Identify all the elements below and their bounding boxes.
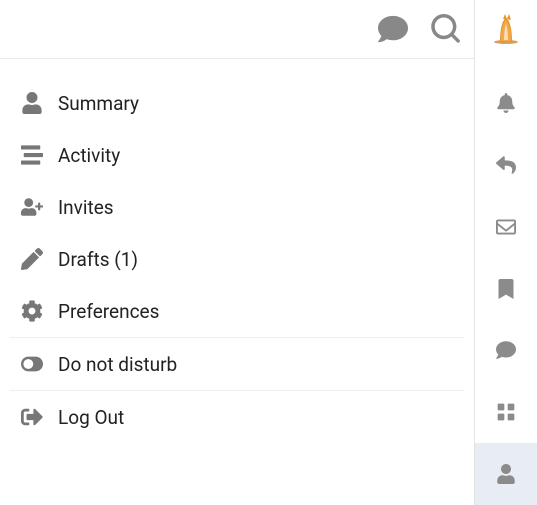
header: [0, 0, 474, 58]
menu-item-do-not-disturb[interactable]: Do not disturb: [10, 337, 464, 390]
grid-icon[interactable]: [475, 381, 537, 443]
search-icon[interactable]: [430, 14, 460, 44]
menu-item-invites[interactable]: Invites: [10, 181, 464, 233]
bookmark-icon[interactable]: [475, 258, 537, 320]
menu-item-activity[interactable]: Activity: [10, 129, 464, 181]
reply-icon[interactable]: [475, 134, 537, 196]
menu-label-activity: Activity: [58, 146, 120, 165]
menu-label-preferences: Preferences: [58, 302, 159, 321]
menu-item-summary[interactable]: Summary: [10, 77, 464, 129]
menu-item-drafts[interactable]: Drafts (1): [10, 233, 464, 285]
envelope-icon[interactable]: [475, 196, 537, 258]
user-menu: Summary Activity Invites Drafts (1): [0, 59, 474, 443]
menu-label-do-not-disturb: Do not disturb: [58, 355, 177, 374]
menu-item-preferences[interactable]: Preferences: [10, 285, 464, 337]
comment-icon[interactable]: [475, 319, 537, 381]
stream-icon: [20, 143, 44, 167]
gear-icon: [20, 299, 44, 323]
user-icon: [20, 91, 44, 115]
bell-icon[interactable]: [475, 72, 537, 134]
right-sidebar: [474, 0, 537, 505]
sign-out-icon: [20, 405, 44, 429]
menu-label-summary: Summary: [58, 94, 139, 113]
menu-label-invites: Invites: [58, 198, 114, 217]
avatar[interactable]: [490, 12, 522, 44]
menu-item-log-out[interactable]: Log Out: [10, 390, 464, 443]
menu-label-drafts: Drafts (1): [58, 250, 138, 269]
pencil-icon: [20, 247, 44, 271]
user-plus-icon: [20, 195, 44, 219]
profile-tab-icon[interactable]: [475, 443, 537, 505]
menu-label-log-out: Log Out: [58, 408, 124, 427]
chat-icon[interactable]: [378, 14, 408, 44]
toggle-off-icon: [20, 352, 44, 376]
